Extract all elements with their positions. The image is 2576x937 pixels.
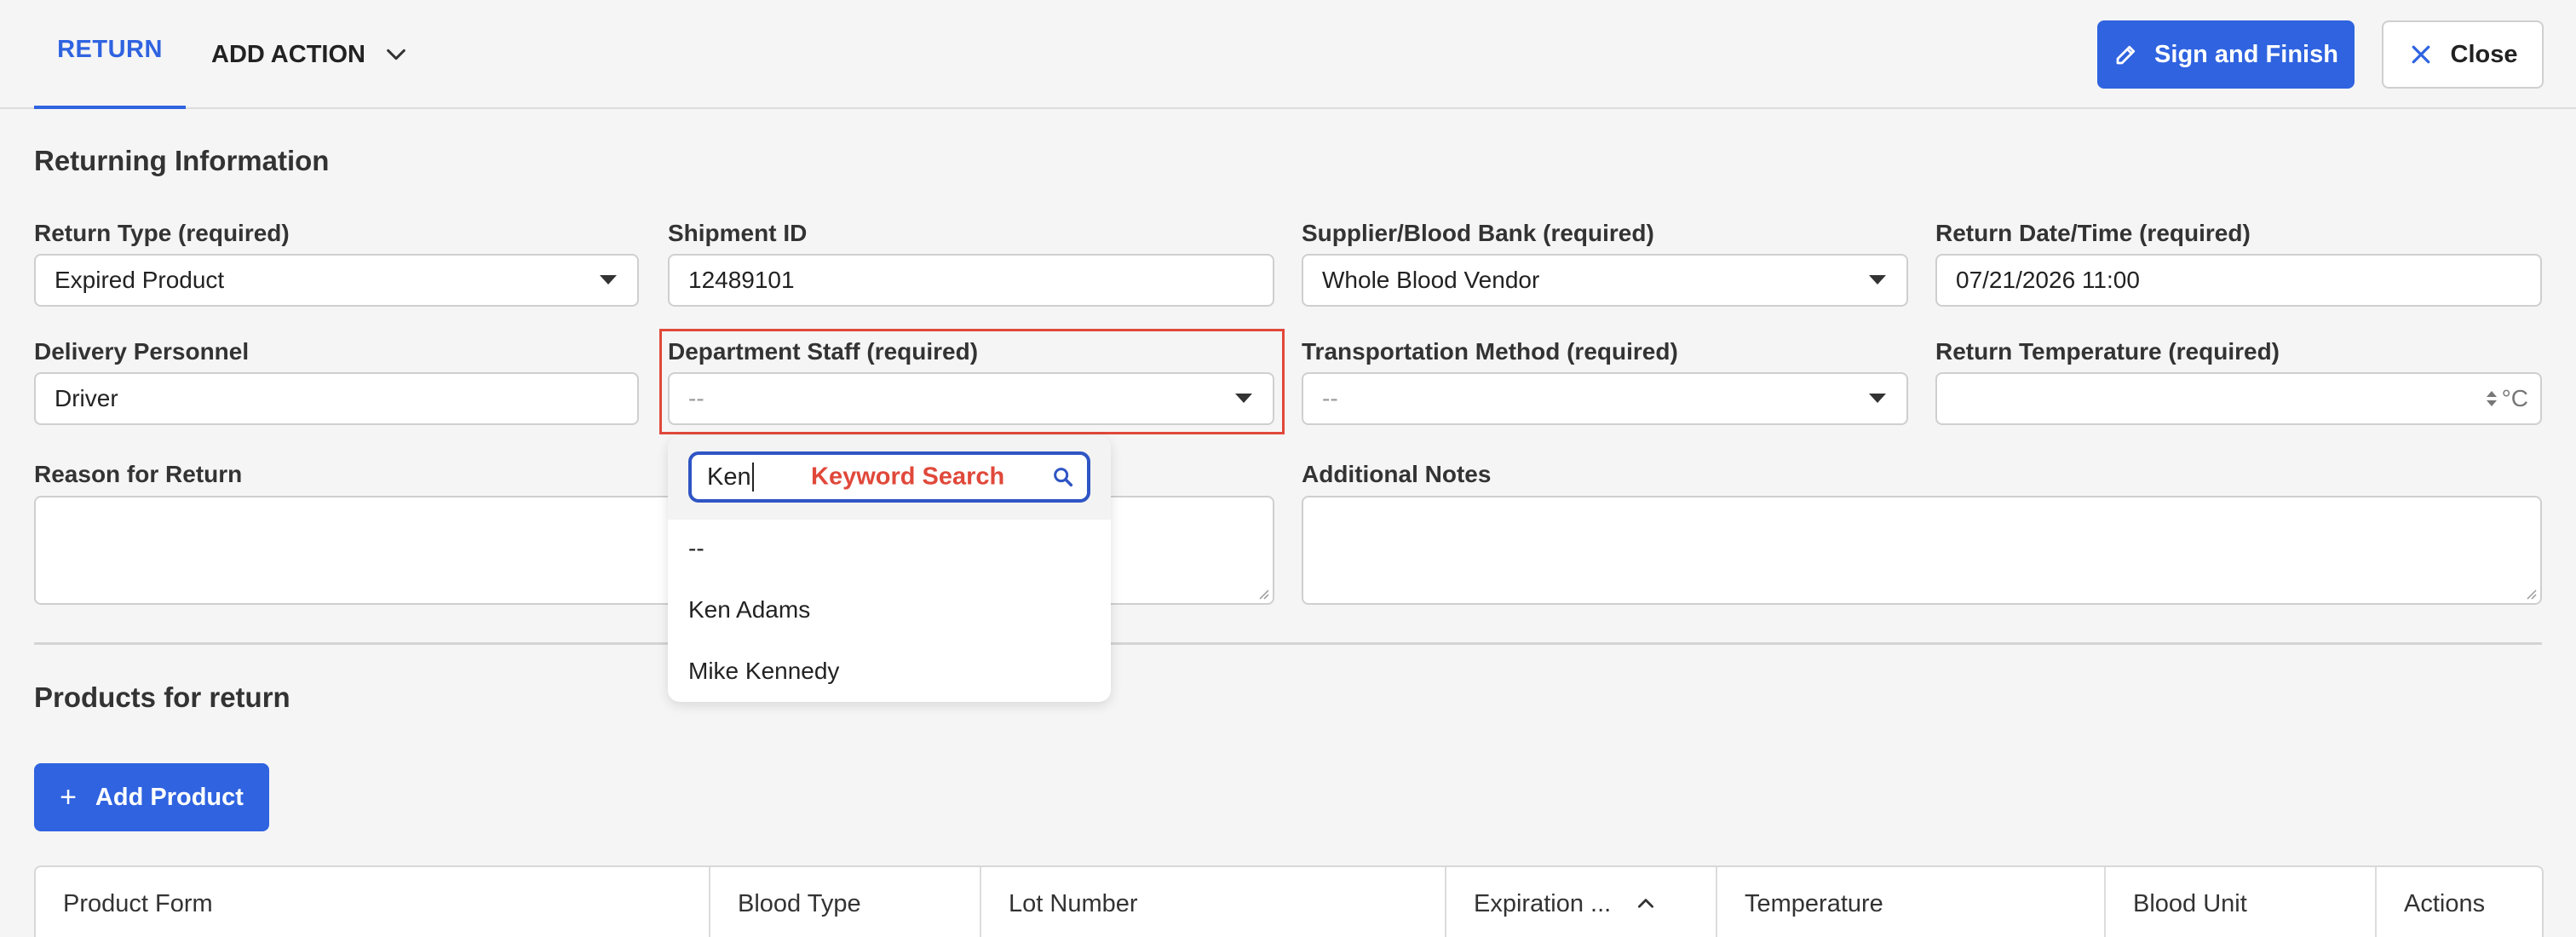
department-staff-value: -- — [688, 385, 704, 411]
column-header-actions: Actions — [2377, 867, 2542, 937]
add-product-button[interactable]: + Add Product — [34, 763, 269, 831]
returning-information-title: Returning Information — [34, 145, 330, 176]
keyword-search-hint: Keyword Search — [811, 463, 1005, 491]
additional-notes-textarea[interactable] — [1302, 496, 2542, 605]
transportation-method-label: Transportation Method (required) — [1302, 338, 1678, 365]
pen-icon — [2116, 45, 2136, 65]
section-divider — [34, 642, 2542, 645]
column-header-label: Blood Type — [738, 889, 861, 917]
tab-return[interactable]: RETURN — [34, 0, 186, 109]
department-staff-label: Department Staff (required) — [668, 338, 979, 365]
column-header-expiration[interactable]: Expiration ... — [1446, 867, 1717, 937]
dropdown-search-area: Ken Keyword Search — [668, 436, 1111, 520]
column-header-temperature[interactable]: Temperature — [1717, 867, 2106, 937]
plus-icon: + — [60, 780, 77, 813]
dropdown-option-mike-kennedy[interactable]: Mike Kennedy — [688, 658, 839, 685]
column-header-blood-unit[interactable]: Blood Unit — [2106, 867, 2377, 937]
column-header-product-form[interactable]: Product Form — [36, 867, 710, 937]
top-bar: RETURN ADD ACTION Sign and Finish Close — [0, 0, 2576, 109]
text-cursor — [751, 463, 754, 491]
shipment-id-label: Shipment ID — [668, 220, 808, 246]
close-button[interactable]: Close — [2382, 20, 2544, 89]
sort-ascending-icon[interactable] — [1635, 893, 1657, 915]
return-type-value: Expired Product — [55, 267, 225, 293]
supplier-label: Supplier/Blood Bank (required) — [1302, 220, 1654, 246]
transportation-method-value: -- — [1322, 385, 1338, 411]
caret-down-icon — [1869, 394, 1886, 403]
tab-add-action-label: ADD ACTION — [211, 40, 365, 68]
supplier-value: Whole Blood Vendor — [1322, 267, 1540, 293]
delivery-personnel-input[interactable]: Driver — [34, 372, 639, 425]
return-temperature-label: Return Temperature (required) — [1935, 338, 2280, 365]
dropdown-option-ken-adams[interactable]: Ken Adams — [688, 596, 810, 624]
delivery-personnel-value: Driver — [55, 385, 118, 411]
additional-notes-label: Additional Notes — [1302, 461, 1492, 487]
caret-down-icon — [1869, 275, 1886, 285]
close-label: Close — [2450, 40, 2518, 68]
shipment-id-input[interactable]: 12489101 — [668, 254, 1274, 307]
column-header-blood-type[interactable]: Blood Type — [710, 867, 981, 937]
transportation-method-select[interactable]: -- — [1302, 372, 1908, 425]
products-table-header: Product Form Blood Type Lot Number Expir… — [34, 865, 2544, 937]
resize-handle-icon[interactable] — [2523, 586, 2537, 600]
resize-handle-icon[interactable] — [1256, 586, 1269, 600]
chevron-down-icon — [387, 49, 405, 60]
close-icon — [2412, 45, 2429, 64]
caret-down-icon — [600, 275, 617, 285]
column-header-label: Actions — [2404, 889, 2486, 917]
tab-return-label: RETURN — [57, 35, 163, 63]
column-header-lot-number[interactable]: Lot Number — [981, 867, 1446, 937]
shipment-id-value: 12489101 — [688, 267, 795, 293]
temperature-unit-label: °C — [2501, 385, 2528, 411]
staff-search-input[interactable]: Ken Keyword Search — [688, 451, 1090, 503]
tab-add-action[interactable]: ADD ACTION — [211, 0, 408, 109]
add-product-label: Add Product — [95, 783, 244, 811]
dropdown-option-empty[interactable]: -- — [688, 535, 704, 562]
return-datetime-input[interactable]: 07/21/2026 11:00 — [1935, 254, 2542, 307]
caret-down-icon — [1235, 394, 1252, 403]
column-header-label: Expiration ... — [1474, 889, 1612, 917]
stepper-icon[interactable] — [2486, 391, 2497, 406]
supplier-select[interactable]: Whole Blood Vendor — [1302, 254, 1908, 307]
reason-for-return-label: Reason for Return — [34, 461, 243, 487]
delivery-personnel-label: Delivery Personnel — [34, 338, 250, 365]
column-header-label: Product Form — [63, 889, 213, 917]
return-datetime-label: Return Date/Time (required) — [1935, 220, 2251, 246]
search-icon — [1054, 468, 1073, 487]
department-staff-dropdown: Ken Keyword Search -- Ken Adams Mike Ken… — [668, 436, 1111, 702]
department-staff-select[interactable]: -- — [668, 372, 1274, 425]
column-header-label: Lot Number — [1009, 889, 1138, 917]
staff-search-value: Ken — [707, 463, 751, 491]
sign-and-finish-button[interactable]: Sign and Finish — [2097, 20, 2355, 89]
return-datetime-value: 07/21/2026 11:00 — [1956, 267, 2140, 293]
return-temperature-input[interactable]: °C — [1935, 372, 2542, 425]
products-for-return-title: Products for return — [34, 681, 290, 713]
return-type-select[interactable]: Expired Product — [34, 254, 639, 307]
column-header-label: Temperature — [1745, 889, 1883, 917]
column-header-label: Blood Unit — [2133, 889, 2247, 917]
temperature-unit: °C — [2486, 385, 2528, 412]
sign-and-finish-label: Sign and Finish — [2154, 40, 2338, 68]
return-type-label: Return Type (required) — [34, 220, 290, 246]
